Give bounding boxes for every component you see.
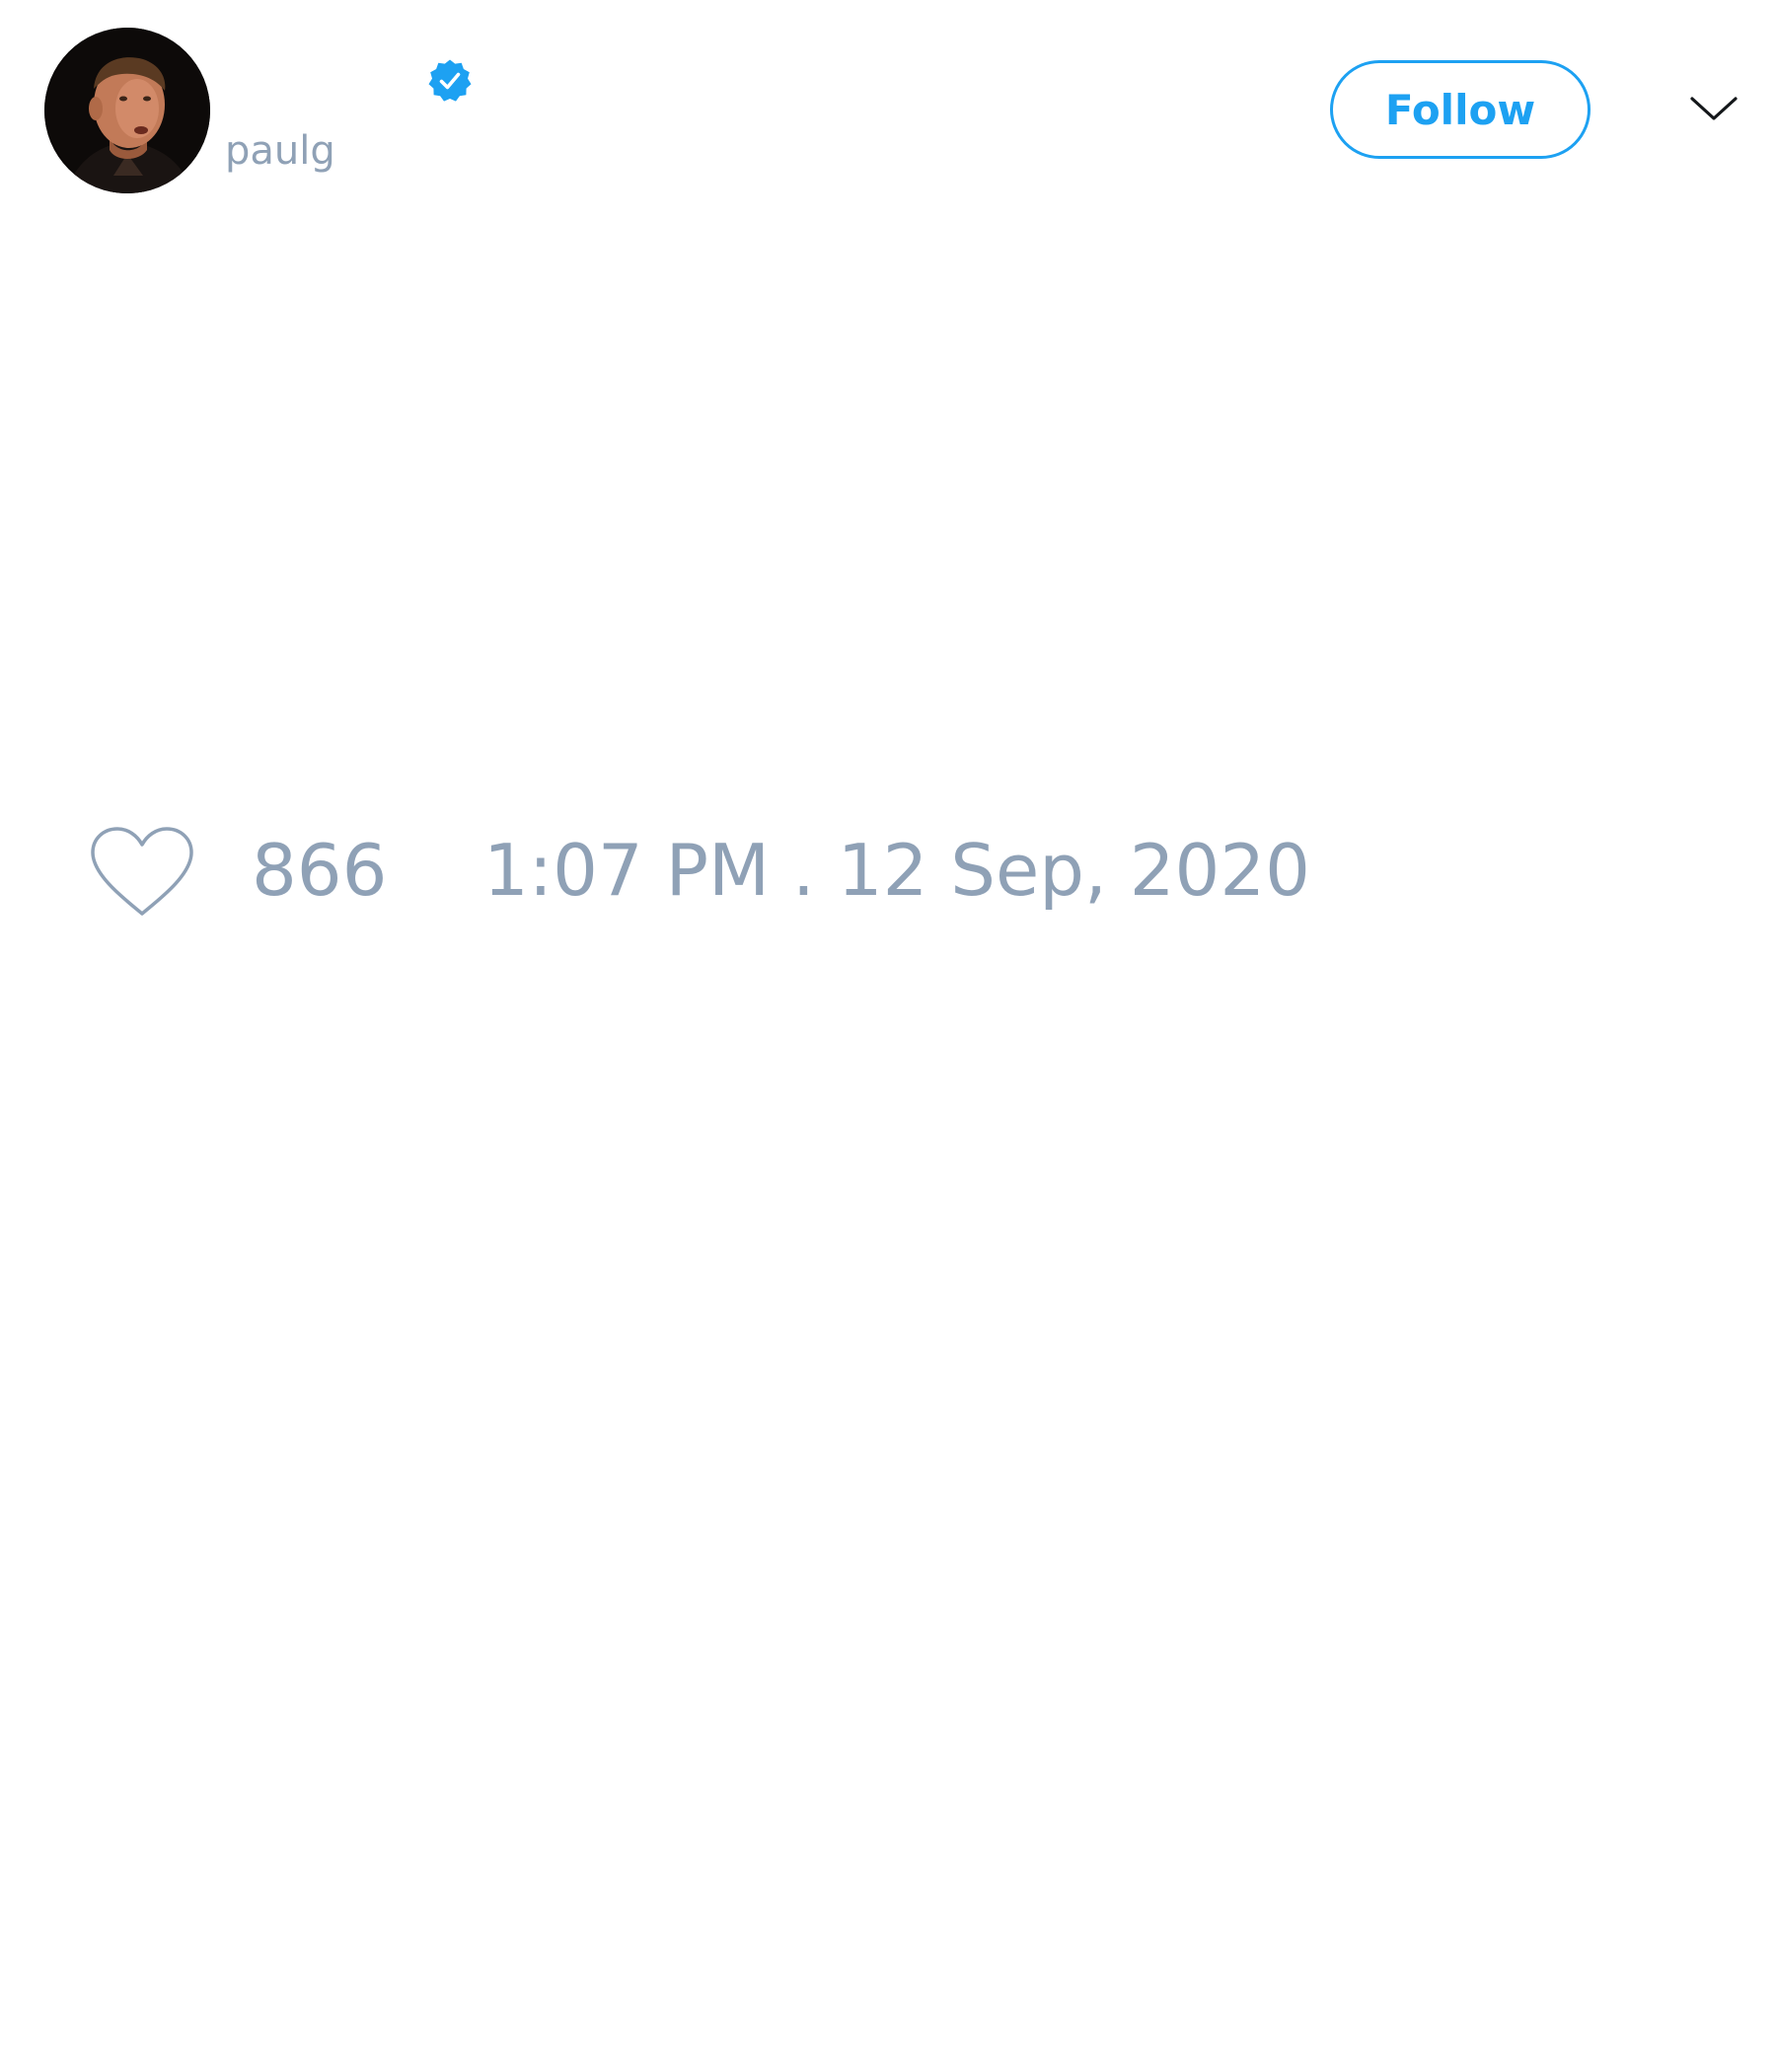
tweet-text <box>44 227 1732 799</box>
tweet-header: paulg Follow <box>0 0 1776 207</box>
tweet-embed: paulg Follow 866 1:07 PM . 12 Sep, 2020 <box>0 0 1776 2072</box>
avatar[interactable] <box>44 28 210 193</box>
chevron-down-icon[interactable] <box>1689 91 1739 126</box>
user-handle[interactable]: paulg <box>225 126 335 176</box>
heart-icon[interactable] <box>89 825 195 920</box>
follow-button[interactable]: Follow <box>1330 60 1591 159</box>
avatar-image <box>44 28 210 193</box>
like-count: 866 <box>252 829 388 912</box>
tweet-timestamp[interactable]: 1:07 PM . 12 Sep, 2020 <box>483 829 1310 912</box>
verified-badge-icon <box>427 58 473 104</box>
